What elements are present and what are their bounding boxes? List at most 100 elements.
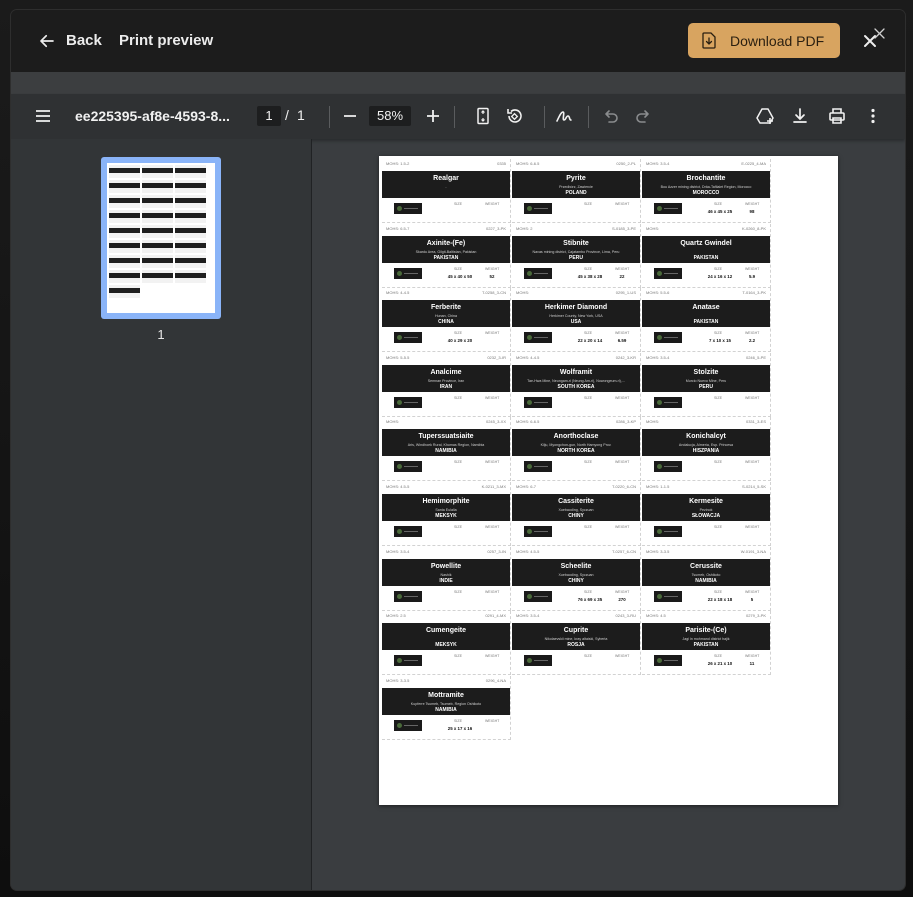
mineral-country: CHINY bbox=[568, 577, 584, 584]
weight-header: WEIGHT bbox=[485, 525, 500, 529]
size-value: 25 x 17 x 16 bbox=[447, 725, 473, 731]
zoom-out-icon[interactable] bbox=[340, 106, 360, 126]
rotate-icon[interactable] bbox=[504, 106, 524, 126]
label-code: 0232_3-IR bbox=[487, 354, 506, 360]
label-title-band: Cumengeite MEKSYK bbox=[382, 623, 510, 651]
weight-header: WEIGHT bbox=[485, 718, 500, 723]
mineral-country: IRAN bbox=[439, 383, 453, 390]
weight-value: 2.2 bbox=[748, 338, 756, 344]
thumbnail-label bbox=[142, 225, 173, 238]
size-header: SIZE bbox=[714, 331, 722, 336]
label-code: 0242_3-KR bbox=[615, 354, 636, 360]
mineral-country: SŁOWACJA bbox=[691, 513, 721, 519]
zoom-level-input[interactable]: 58% bbox=[369, 106, 411, 126]
mineral-country: ROSJA bbox=[567, 642, 585, 649]
label-code: 0335 bbox=[497, 161, 506, 166]
weight-header: WEIGHT bbox=[745, 202, 760, 206]
file-download-icon bbox=[702, 32, 716, 49]
size-header: SIZE bbox=[454, 266, 462, 271]
thumbnail-page bbox=[107, 163, 215, 313]
weight-value: 5 bbox=[750, 596, 754, 602]
toolbar-divider bbox=[454, 106, 455, 128]
brand-logo-icon bbox=[394, 396, 422, 408]
weight-value: 22 bbox=[619, 273, 625, 279]
weight-header: WEIGHT bbox=[615, 589, 630, 594]
mineral-label: MOHS: 0331_3-ES Konichalcyt Andalucja, Alme… bbox=[642, 417, 771, 482]
label-mohs: MOHS: 2 bbox=[516, 225, 533, 231]
mineral-country: NAMIBIA bbox=[435, 706, 457, 713]
label-code: 0246_5-PE bbox=[745, 354, 766, 360]
label-mohs: MOHS: 3.5-4 bbox=[646, 354, 670, 360]
label-mohs: MOHS: 4.5 bbox=[646, 613, 666, 619]
size-header: SIZE bbox=[714, 202, 722, 206]
mineral-label: MOHS: 0295_1-US Herkimer Diamond Herkimer C… bbox=[512, 288, 641, 353]
mineral-label: MOHS: 4.5 0279_3-PK Parisite-(Ce) Jagi in m… bbox=[642, 611, 771, 676]
fit-to-page-icon[interactable] bbox=[473, 106, 493, 126]
zoom-in-icon[interactable] bbox=[423, 106, 443, 126]
label-mohs: MOHS: 6-7 bbox=[516, 484, 537, 489]
mineral-country: HISZPANIA bbox=[692, 448, 720, 455]
download-pdf-button[interactable]: Download PDF bbox=[688, 23, 840, 58]
mineral-label: MOHS: 4-4.5 T-0258_3-CN Ferberite Hunan, Ch… bbox=[382, 288, 511, 353]
brand-logo-icon bbox=[394, 461, 422, 473]
mineral-name: Cerussite bbox=[690, 562, 722, 570]
redo-icon[interactable] bbox=[633, 106, 653, 126]
mineral-country: NAMIBIA bbox=[435, 448, 457, 455]
back-button[interactable]: Back bbox=[66, 32, 102, 49]
mineral-name: Powellite bbox=[430, 562, 462, 570]
label-code: K-0211_3-MX bbox=[481, 484, 506, 489]
mineral-name: Axinite-(Fe) bbox=[426, 239, 466, 247]
mineral-location: - bbox=[445, 185, 447, 189]
download-icon[interactable] bbox=[790, 106, 810, 126]
weight-value: 270 bbox=[618, 596, 626, 602]
brand-logo-icon bbox=[654, 526, 682, 537]
mineral-name: Konichalcyt bbox=[686, 433, 726, 441]
size-value: 24 x 16 x 12 bbox=[707, 273, 733, 279]
page-separator: / bbox=[285, 107, 289, 123]
close-secondary-icon[interactable] bbox=[874, 28, 885, 39]
size-value: 45 x 40 x 50 bbox=[447, 273, 473, 279]
page-thumbnail[interactable] bbox=[101, 157, 221, 319]
size-header: SIZE bbox=[454, 460, 462, 465]
brand-logo-icon bbox=[394, 267, 422, 279]
page-number-input[interactable]: 1 bbox=[257, 106, 281, 126]
label-mohs: MOHS: bbox=[386, 419, 400, 425]
size-header: SIZE bbox=[584, 654, 592, 659]
weight-value: 5.9 bbox=[748, 273, 756, 279]
weight-header: WEIGHT bbox=[485, 202, 500, 206]
size-header: SIZE bbox=[584, 202, 592, 206]
label-code: 0295_1-US bbox=[615, 290, 636, 296]
mineral-location: Santa Eulalia bbox=[435, 508, 457, 512]
size-header: SIZE bbox=[584, 589, 592, 594]
more-vert-icon[interactable] bbox=[863, 106, 883, 126]
label-code: 0291_4-MX bbox=[485, 613, 506, 619]
menu-icon[interactable] bbox=[33, 106, 53, 126]
mineral-label: MOHS: 6-6.5 0250_2-PL Pyrite Przedbórz, Zaw… bbox=[512, 159, 641, 223]
mineral-label: MOHS: 3-3.5 0296_4-NA Mottramite Kupferre T… bbox=[382, 675, 511, 740]
weight-header: WEIGHT bbox=[615, 654, 630, 659]
mineral-country: PAKISTAN bbox=[693, 254, 719, 261]
label-mohs: MOHS: 4.5-5 bbox=[386, 484, 410, 489]
label-mohs: MOHS: 3.5-4 bbox=[516, 613, 540, 619]
arrow-left-icon[interactable] bbox=[38, 32, 56, 50]
size-value: 26 x 21 x 10 bbox=[707, 661, 733, 667]
document-filename: ee225395-af8e-4593-8... bbox=[75, 108, 230, 124]
size-value: 45 x 38 x 28 bbox=[577, 273, 603, 279]
brand-logo-icon bbox=[524, 526, 552, 537]
drive-add-icon[interactable] bbox=[755, 106, 775, 126]
size-header: SIZE bbox=[714, 460, 722, 465]
brand-logo-icon bbox=[394, 203, 422, 214]
annotate-pen-icon[interactable] bbox=[554, 106, 574, 126]
weight-value: 11 bbox=[749, 661, 755, 667]
viewer-top-strip bbox=[11, 72, 905, 94]
weight-header: WEIGHT bbox=[615, 202, 630, 206]
mineral-name: Pyrite bbox=[566, 175, 586, 182]
label-mohs: MOHS: 3-3.5 bbox=[386, 677, 410, 683]
print-preview-dialog: Back Print preview Download PDF ee225395… bbox=[11, 10, 905, 890]
mineral-location: Semnan Province, Iran bbox=[427, 378, 465, 383]
undo-icon[interactable] bbox=[601, 106, 621, 126]
label-mohs: MOHS: 6.5-7 bbox=[386, 225, 410, 231]
weight-header: WEIGHT bbox=[745, 460, 760, 465]
print-icon[interactable] bbox=[827, 106, 847, 126]
mineral-location: Skardu Area, Gilgit-Baltistan, Pakistan bbox=[415, 249, 477, 254]
